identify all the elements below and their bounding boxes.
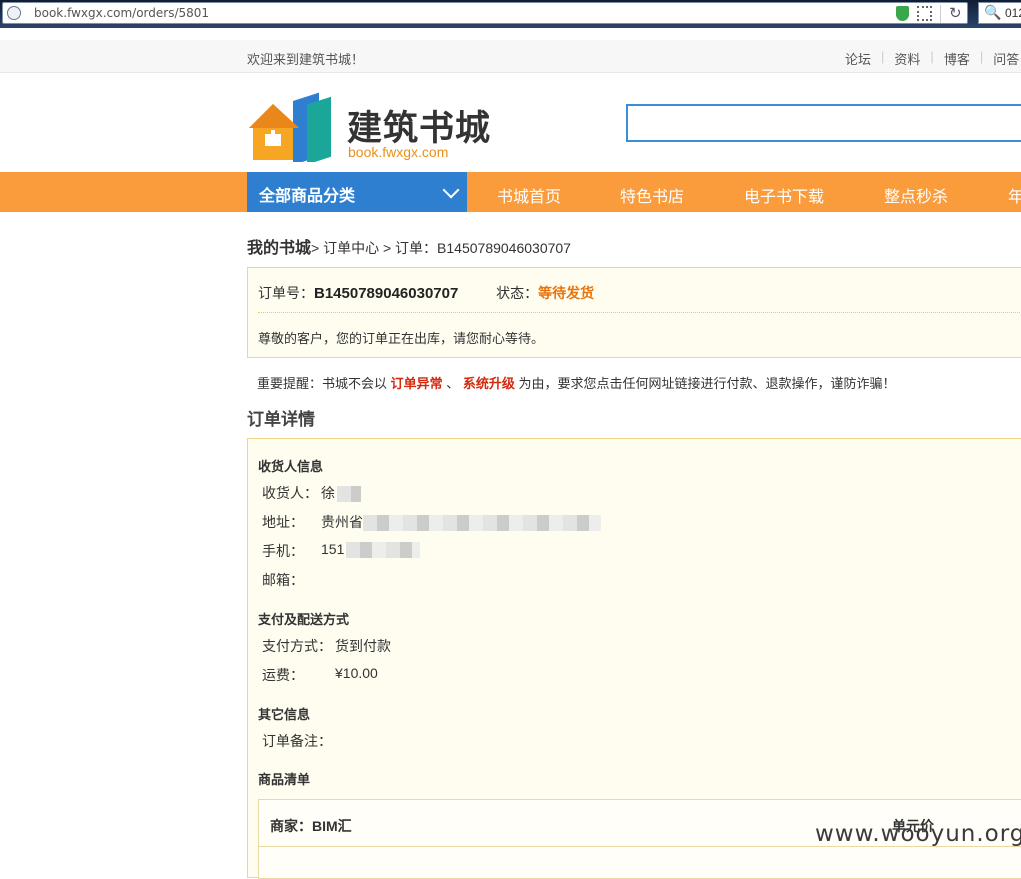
logo-subtitle[interactable]: book.fwxgx.com <box>348 144 448 160</box>
toplink-qa[interactable]: 问答 <box>993 49 1019 68</box>
toplink-forum[interactable]: 论坛 <box>845 49 871 68</box>
email-row: 邮箱： <box>262 570 304 590</box>
pay-method-label: 支付方式： <box>262 638 332 654</box>
nav-next[interactable]: 年 <box>1008 183 1021 207</box>
nav-ebook-download[interactable]: 电子书下载 <box>744 183 824 207</box>
redacted-blur <box>346 542 421 559</box>
pay-method-row: 支付方式： 货到付款 <box>262 636 391 656</box>
order-status: 等待发货 <box>538 285 595 301</box>
remark-label: 订单备注： <box>262 733 332 749</box>
phone-row: 手机： 151 <box>262 541 421 561</box>
remark-row: 订单备注： <box>262 731 332 751</box>
order-detail-title: 订单详情 <box>247 410 315 429</box>
refresh-icon[interactable]: ↻ <box>949 5 962 23</box>
address-row: 地址： 贵州省 <box>262 512 601 532</box>
toplink-separator: | <box>979 49 984 64</box>
search-icon[interactable]: 🔍 <box>984 4 1001 21</box>
top-links: 论坛 | 资料 | 博客 | 问答 <box>845 49 1019 68</box>
receiver-section-title: 收货人信息 <box>258 459 324 474</box>
toplink-separator: | <box>881 49 885 64</box>
notice-highlight-system-upgrade: 系统升级 <box>462 376 515 391</box>
order-message: 尊敬的客户，您的订单正在出库，请您耐心等待。 <box>258 331 545 346</box>
order-no-label: 订单号： <box>258 285 314 301</box>
notice-highlight-order-error: 订单异常 <box>390 376 443 391</box>
order-status-label: 状态： <box>496 285 539 301</box>
receiver-value: 徐 <box>321 483 361 503</box>
site-topbar: 欢迎来到建筑书城！ 论坛 | 资料 | 博客 | 问答 <box>0 40 1021 73</box>
order-number: B1450789046030707 <box>314 285 459 302</box>
order-divider <box>258 312 1021 313</box>
notice-suffix: 为由，要求您点击任何网址链接进行付款、退款操作，谨防诈骗！ <box>514 376 896 391</box>
breadcrumb: 我的书城> 订单中心 > 订单：B1450789046030707 <box>247 234 571 258</box>
browser-search-box[interactable]: 🔍 012 <box>978 2 1021 24</box>
phone-label: 手机： <box>262 543 304 559</box>
address-label: 地址： <box>262 514 304 530</box>
pay-method-value: 货到付款 <box>335 638 391 654</box>
redacted-blur <box>337 486 361 503</box>
browser-search-text[interactable]: 012 <box>1005 6 1021 20</box>
receiver-label: 收货人： <box>262 485 318 501</box>
nav-flash-sale[interactable]: 整点秒杀 <box>884 183 948 207</box>
watermark: www.wooyun.org <box>815 821 1021 847</box>
browser-toolbar: book.fwxgx.com/orders/5801 ↻ 🔍 012 <box>0 0 1021 28</box>
welcome-text: 欢迎来到建筑书城！ <box>247 52 365 67</box>
breadcrumb-current: > 订单：B1450789046030707 <box>379 240 571 256</box>
main-nav: 全部商品分类 书城首页 特色书店 电子书下载 整点秒杀 年 <box>0 172 1021 212</box>
shipping-row: 运费： ¥10.00 <box>262 665 378 685</box>
toplink-materials[interactable]: 资料 <box>894 49 920 68</box>
address-divider <box>940 5 941 23</box>
payment-section-title: 支付及配送方式 <box>258 612 350 627</box>
chevron-down-icon <box>442 181 460 199</box>
address-value: 贵州省 <box>321 512 601 532</box>
notice-mid: 、 <box>442 376 463 391</box>
email-label: 邮箱： <box>262 572 304 588</box>
other-section-title: 其它信息 <box>258 707 311 722</box>
merchant-name[interactable]: 商家：BIM汇 <box>270 816 352 836</box>
notice-prefix: 重要提醒：书城不会以 <box>257 376 391 391</box>
order-header-line: 订单号：B1450789046030707 状态：等待发货 <box>258 283 594 303</box>
nav-home[interactable]: 书城首页 <box>497 183 561 207</box>
goods-section-title: 商品清单 <box>258 772 311 787</box>
toplink-separator: | <box>930 49 934 64</box>
phone-value: 151 <box>321 541 421 559</box>
nav-featured-store[interactable]: 特色书店 <box>620 183 684 207</box>
category-label: 全部商品分类 <box>259 188 356 205</box>
breadcrumb-order-center[interactable]: 订单中心 <box>323 240 379 256</box>
order-detail-box: 收货人信息 收货人： 徐 地址： 贵州省 手机： 151 邮箱： 支付及配送方式… <box>247 438 1021 879</box>
address-url[interactable]: book.fwxgx.com/orders/5801 <box>34 6 209 20</box>
order-summary-box: 订单号：B1450789046030707 状态：等待发货 尊敬的客户，您的订单… <box>247 267 1021 358</box>
shipping-value: ¥10.00 <box>335 665 378 681</box>
qr-code-icon[interactable] <box>917 6 932 21</box>
breadcrumb-separator: > <box>311 240 320 256</box>
address-bar[interactable]: book.fwxgx.com/orders/5801 ↻ <box>2 2 968 24</box>
site-search-input[interactable] <box>626 104 1021 142</box>
site-header: 建筑书城 book.fwxgx.com <box>0 73 1021 173</box>
shipping-label: 运费： <box>262 667 304 683</box>
logo-icon[interactable] <box>247 90 333 162</box>
receiver-row: 收货人： 徐 <box>262 483 361 503</box>
toplink-blog[interactable]: 博客 <box>944 49 970 68</box>
redacted-blur <box>363 515 601 532</box>
breadcrumb-home[interactable]: 我的书城 <box>247 240 311 257</box>
globe-icon <box>7 6 21 20</box>
category-menu-button[interactable]: 全部商品分类 <box>247 172 467 212</box>
security-notice: 重要提醒：书城不会以 订单异常 、 系统升级 为由，要求您点击任何网址链接进行付… <box>257 373 896 392</box>
shield-icon[interactable] <box>896 6 909 21</box>
